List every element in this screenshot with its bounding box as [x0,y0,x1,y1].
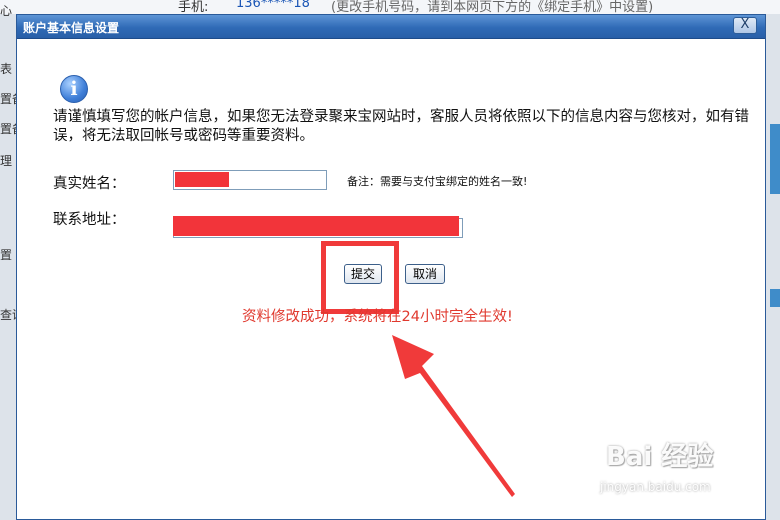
watermark-brand: Bai 经验 [606,442,714,472]
watermark-url: jingyan.baidu.com [600,480,711,494]
baidu-jingyan-watermark: Bai 经验 jingyan.baidu.com [578,432,768,502]
